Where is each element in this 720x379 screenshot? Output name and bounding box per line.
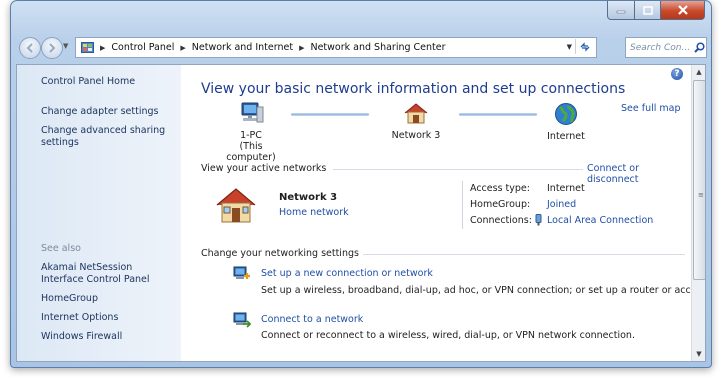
back-arrow-icon xyxy=(26,43,33,53)
see-also-label: See also xyxy=(41,243,81,254)
active-network-name: Network 3 xyxy=(279,192,338,203)
map-node-network[interactable]: Network 3 xyxy=(386,102,446,141)
vertical-scrollbar[interactable]: ▲ ≡ ▼ xyxy=(691,65,705,361)
computer-sub-label: (This computer) xyxy=(226,141,276,163)
access-type-value: Internet xyxy=(547,183,585,194)
breadcrumb-control-panel[interactable]: Control Panel xyxy=(111,42,174,53)
homegroup-label: HomeGroup: xyxy=(470,199,531,210)
vertical-divider xyxy=(462,181,463,229)
scroll-down-icon[interactable]: ▼ xyxy=(692,347,705,361)
forward-arrow-icon xyxy=(49,43,56,53)
home-network-icon xyxy=(404,103,428,124)
search-input[interactable]: Search Con... xyxy=(630,43,692,53)
content-area: Control Panel Home Change adapter settin… xyxy=(16,64,706,362)
breadcrumb-network-sharing-center[interactable]: Network and Sharing Center xyxy=(310,42,445,53)
recent-pages-dropdown-icon[interactable]: ▼ xyxy=(63,42,68,50)
control-panel-icon xyxy=(80,41,94,54)
sidebar: Control Panel Home Change adapter settin… xyxy=(17,65,181,361)
connect-or-disconnect-link[interactable]: Connect or disconnect xyxy=(587,163,691,185)
search-box[interactable]: Search Con... xyxy=(625,37,707,58)
local-area-connection-link[interactable]: Local Area Connection xyxy=(547,215,653,226)
home-network-icon xyxy=(216,188,256,223)
breadcrumb: ▶ Control Panel xyxy=(100,42,174,53)
sidebar-item-akamai[interactable]: Akamai NetSession Interface Control Pane… xyxy=(41,262,175,286)
map-link-line xyxy=(291,113,369,116)
connections-label: Connections: xyxy=(470,215,532,226)
section-divider xyxy=(363,254,685,255)
search-icon[interactable] xyxy=(692,42,706,53)
explorer-window: ▼ ▶ Control Panel ▶ Network and Internet… xyxy=(10,0,712,368)
maximize-icon xyxy=(642,5,653,15)
computer-name: 1-PC xyxy=(240,130,262,141)
close-icon xyxy=(677,5,688,15)
connect-to-network-description: Connect or reconnect to a wireless, wire… xyxy=(261,330,635,341)
minimize-button[interactable] xyxy=(607,1,635,20)
forward-button[interactable] xyxy=(41,37,63,59)
help-icon[interactable]: ? xyxy=(671,68,683,80)
minimize-icon xyxy=(616,10,626,14)
setup-connection-description: Set up a wireless, broadband, dial-up, a… xyxy=(261,285,706,296)
scrollbar-thumb[interactable]: ≡ xyxy=(693,80,705,280)
refresh-icon[interactable] xyxy=(575,39,594,54)
address-dropdown-icon[interactable]: ▼ xyxy=(567,43,572,51)
map-link-line xyxy=(459,113,537,116)
sidebar-item-homegroup[interactable]: HomeGroup xyxy=(41,293,175,305)
maximize-button[interactable] xyxy=(635,1,661,20)
map-node-internet[interactable]: Internet xyxy=(536,102,596,142)
new-connection-icon xyxy=(233,266,250,279)
see-full-map-link[interactable]: See full map xyxy=(621,103,681,114)
sidebar-item-internet-options[interactable]: Internet Options xyxy=(41,312,175,324)
breadcrumb-network-and-internet[interactable]: Network and Internet xyxy=(192,42,293,53)
back-button[interactable] xyxy=(19,37,41,59)
setup-connection-link[interactable]: Set up a new connection or network xyxy=(261,268,433,279)
access-type-label: Access type: xyxy=(470,183,530,194)
connect-to-network-icon xyxy=(233,312,252,328)
breadcrumb-separator-icon: ▶ xyxy=(100,43,106,52)
breadcrumb-separator-icon: ▶ xyxy=(180,43,186,52)
change-settings-header: Change your networking settings xyxy=(201,248,359,259)
breadcrumb-separator-icon: ▶ xyxy=(299,43,305,52)
internet-label: Internet xyxy=(547,131,585,142)
globe-icon xyxy=(555,103,577,125)
address-bar[interactable]: ▶ Control Panel ▶ Network and Internet ▶… xyxy=(75,37,597,58)
caption-buttons xyxy=(607,1,705,20)
network-name: Network 3 xyxy=(391,130,441,141)
navigation-bar: ▼ ▶ Control Panel ▶ Network and Internet… xyxy=(17,36,707,59)
active-networks-header: View your active networks xyxy=(201,163,327,174)
page-title: View your basic network information and … xyxy=(201,81,626,97)
network-adapter-icon xyxy=(535,214,542,226)
map-node-computer[interactable]: 1-PC (This computer) xyxy=(221,102,281,163)
scroll-grip-icon: ≡ xyxy=(698,191,704,199)
network-type-link[interactable]: Home network xyxy=(279,207,349,218)
sidebar-item-control-panel-home[interactable]: Control Panel Home xyxy=(41,76,175,88)
scroll-up-icon[interactable]: ▲ xyxy=(692,65,705,79)
sidebar-item-change-adapter-settings[interactable]: Change adapter settings xyxy=(41,106,175,118)
connect-to-network-link[interactable]: Connect to a network xyxy=(261,314,363,325)
homegroup-joined-link[interactable]: Joined xyxy=(547,199,576,210)
section-divider xyxy=(333,169,583,170)
computer-icon xyxy=(241,102,264,123)
main-panel: ? View your basic network information an… xyxy=(181,65,705,361)
sidebar-item-change-advanced-sharing[interactable]: Change advanced sharing settings xyxy=(41,125,175,149)
sidebar-item-windows-firewall[interactable]: Windows Firewall xyxy=(41,331,175,343)
close-button[interactable] xyxy=(661,1,705,20)
